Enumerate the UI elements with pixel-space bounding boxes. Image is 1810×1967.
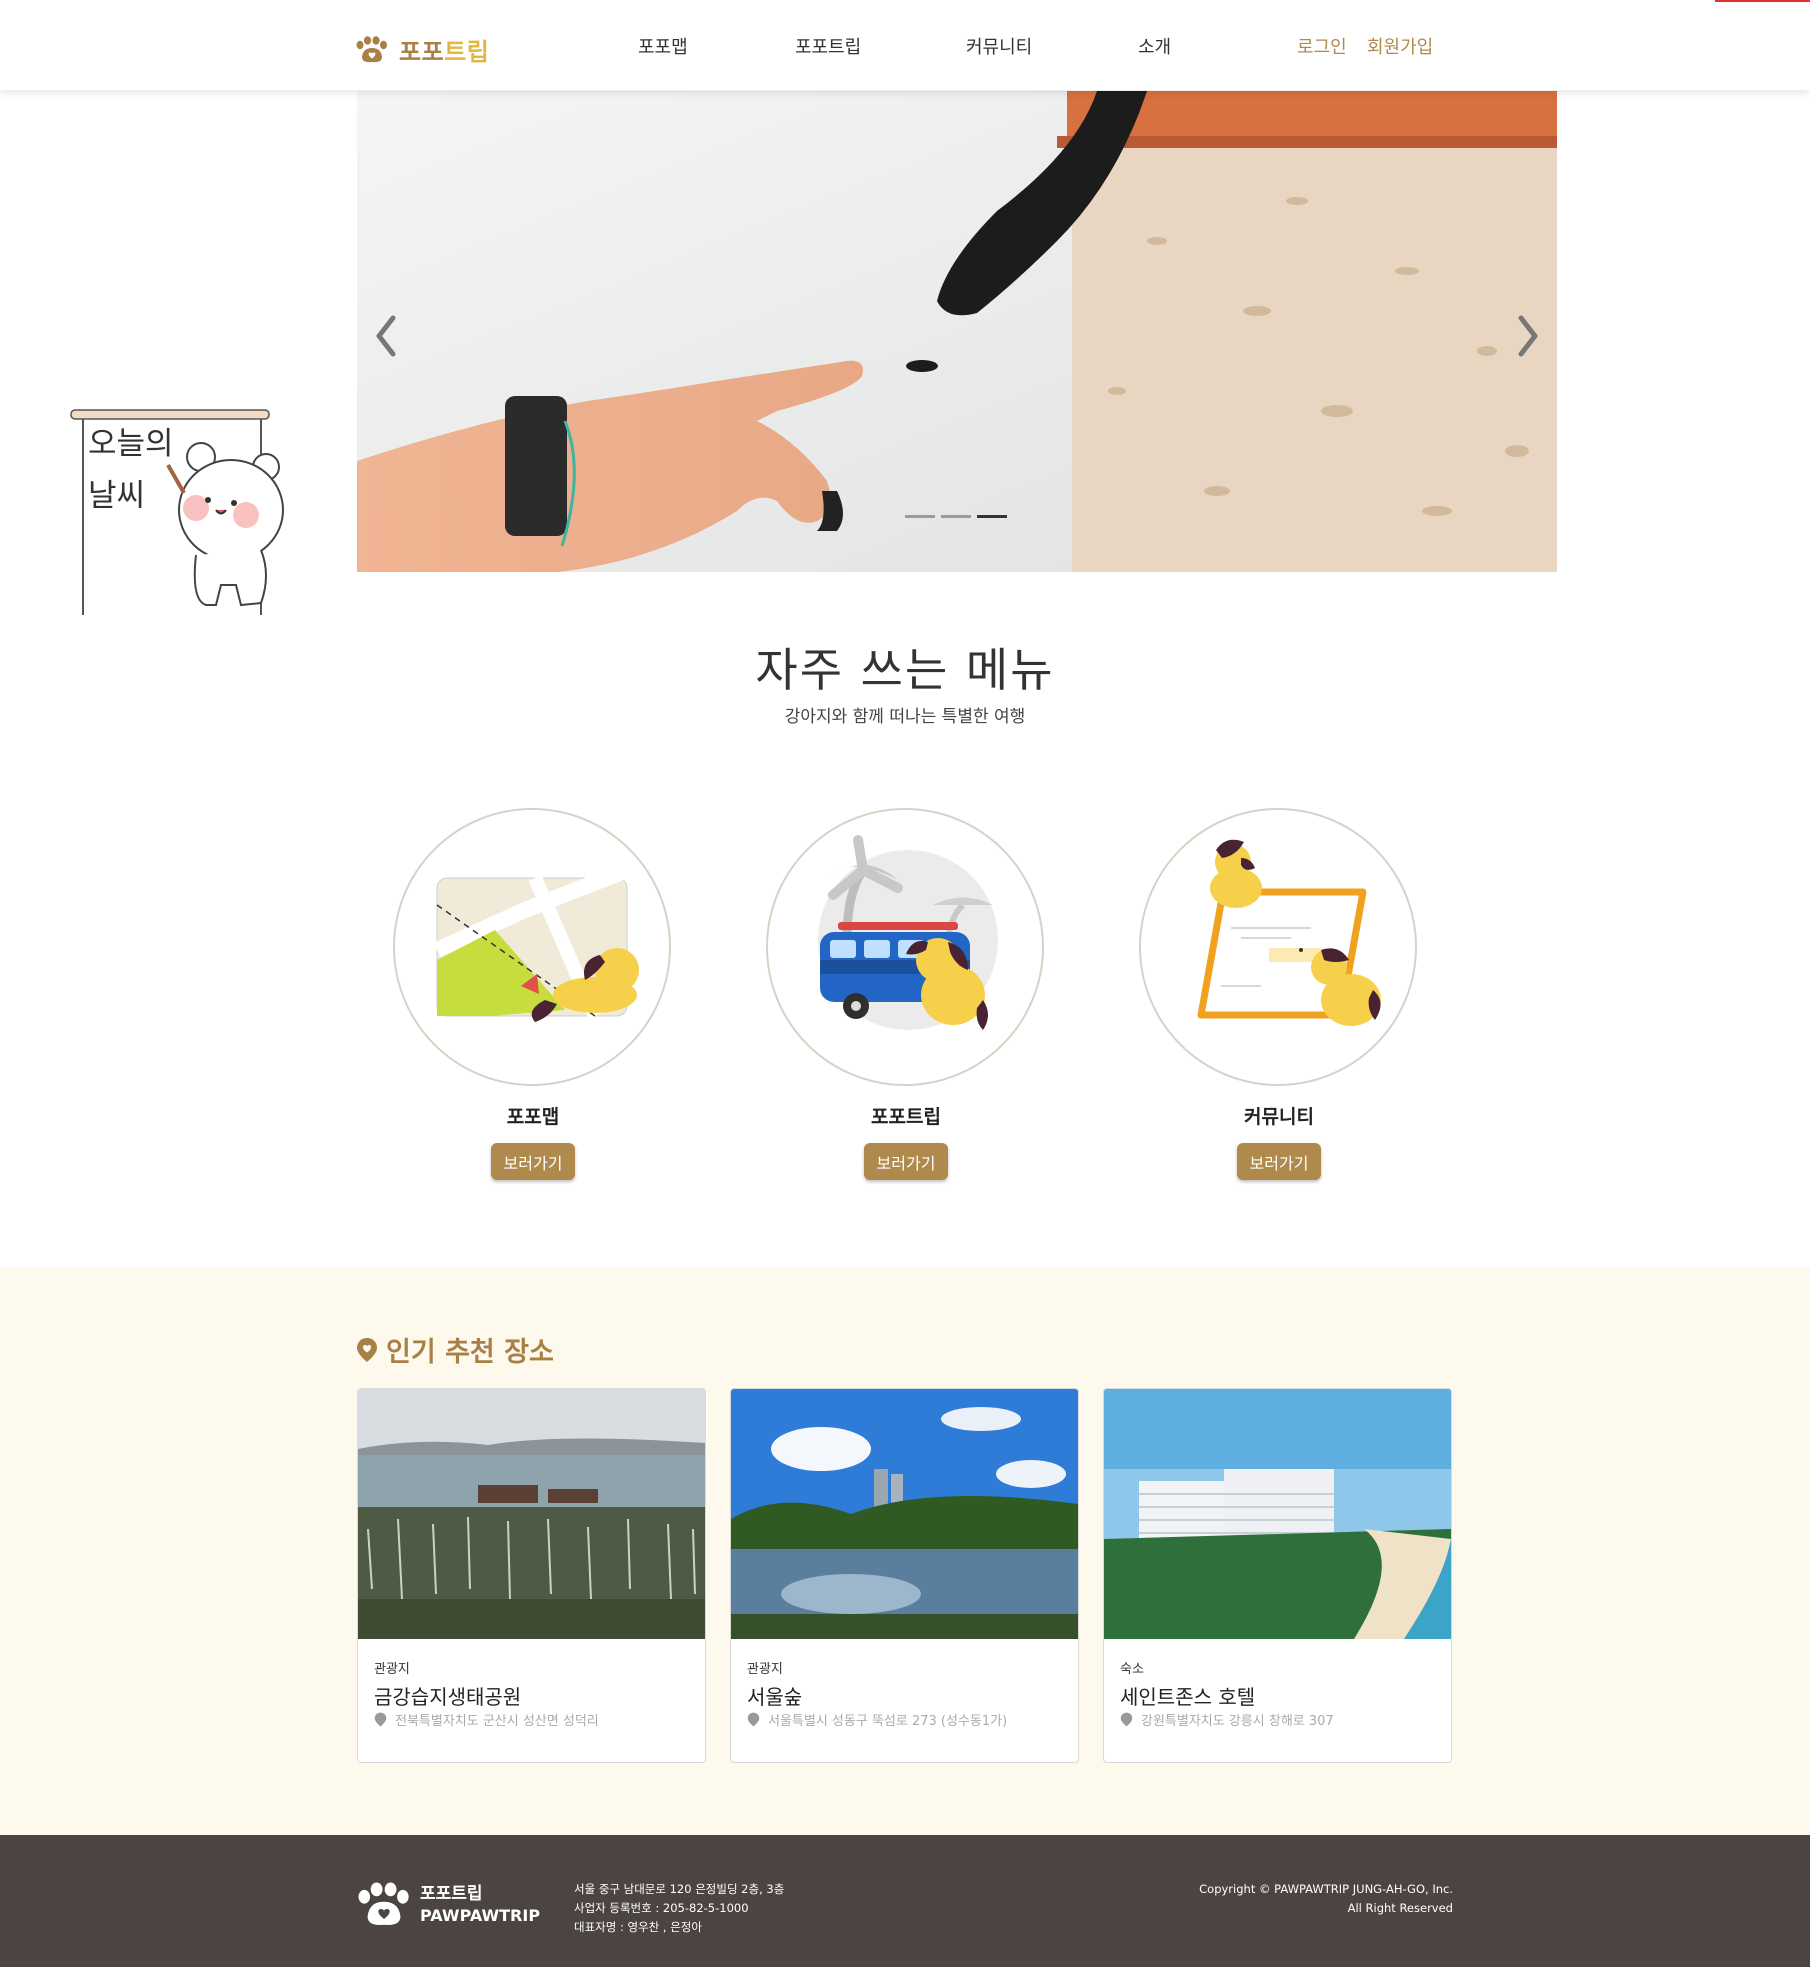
frequent-menu-title: 자주 쓰는 메뉴 [755,643,1055,697]
place-name: 서울숲 [747,1685,803,1709]
prev-arrow-icon[interactable] [365,306,405,366]
menu-card-pawtrip: 포포트립 보러가기 [766,808,1046,1180]
nav-item-pawmap[interactable]: 포포맵 [638,33,688,59]
community-view-button[interactable]: 보러가기 [1237,1143,1321,1180]
footer-logo-kr: 포포트립 [420,1884,483,1904]
paw-icon [356,35,387,62]
nav-item-pawtrip[interactable]: 포포트립 [795,33,861,59]
place-name: 세인트존스 호텔 [1120,1685,1256,1709]
nav-item-community[interactable]: 커뮤니티 [966,33,1032,59]
nav-item-about[interactable]: 소개 [1138,33,1171,59]
paw-icon [358,1882,409,1925]
place-name: 금강습지생태공원 [374,1685,522,1709]
menu-card-community: 커뮤니티 보러가기 [1139,808,1419,1180]
place-photo-seoul-forest [731,1389,1078,1639]
hero-image [357,91,1557,572]
location-pin-icon [357,1337,377,1362]
slider-indicators [905,515,1007,518]
site-logo[interactable]: 포포트립 [355,32,489,67]
pawmap-view-button[interactable]: 보러가기 [491,1143,575,1180]
site-footer: 포포트립 PAWPAWTRIP 서울 중구 남대문로 120 은정빌딩 2층, … [0,1835,1810,1967]
location-pin-icon [747,1712,760,1727]
weather-title-line1: 오늘의 [88,426,174,462]
menu-name-community: 커뮤니티 [1244,1106,1314,1128]
weather-title-line2: 날씨 [88,478,146,514]
footer-address: 서울 중구 남대문로 120 은정빌딩 2층, 3층 [574,1882,785,1896]
pawtrip-illustration[interactable] [766,808,1044,1086]
board-dog-icon [1197,839,1381,1026]
location-pin-icon [374,1712,387,1727]
pawmap-illustration[interactable] [393,808,671,1086]
place-card[interactable]: 숙소 세인트존스 호텔 강원특별자치도 강릉시 창해로 307 [1103,1388,1452,1763]
footer-logo-en: PAWPAWTRIP [420,1906,541,1925]
footer-logo[interactable]: 포포트립 PAWPAWTRIP [356,1882,540,1928]
place-address: 서울특별시 성동구 뚝섬로 273 (성수동1가) [747,1710,1007,1729]
weather-widget[interactable]: 오늘의 날씨 [66,405,286,620]
place-address-text: 전북특별자치도 군산시 성산면 성덕리 [395,1714,599,1729]
footer-company-info: 서울 중구 남대문로 120 은정빌딩 2층, 3층 사업자 등록번호 : 20… [574,1880,784,1937]
place-photo-hotel [1104,1389,1451,1639]
pawtrip-view-button[interactable]: 보러가기 [864,1143,948,1180]
van-dog-icon [818,835,998,1030]
frequent-menu-subtitle: 강아지와 함께 떠나는 특별한 여행 [784,707,1026,727]
place-address-text: 서울특별시 성동구 뚝섬로 273 (성수동1가) [768,1714,1008,1729]
footer-ceo: 대표자명 : 영우찬 , 은정아 [574,1920,702,1934]
footer-wordmark: 포포트립 PAWPAWTRIP [420,1883,540,1927]
menu-card-pawmap: 포포맵 보러가기 [393,808,673,1180]
community-illustration[interactable] [1139,808,1417,1086]
footer-business-number: 사업자 등록번호 : 205-82-5-1000 [574,1901,749,1915]
place-card[interactable]: 관광지 서울숲 서울특별시 성동구 뚝섬로 273 (성수동1가) [730,1388,1079,1763]
place-category: 숙소 [1120,1662,1144,1677]
login-link[interactable]: 로그인 [1297,33,1347,59]
next-arrow-icon[interactable] [1509,306,1549,366]
footer-rights-text: All Right Reserved [1347,1901,1453,1915]
logo-wordmark: 포포트립 [399,38,490,66]
place-photo-wetland [358,1389,705,1639]
place-address-text: 강원특별자치도 강릉시 창해로 307 [1141,1714,1334,1729]
corner-accent-line [1715,0,1810,2]
place-category: 관광지 [747,1662,783,1677]
place-address: 전북특별자치도 군산시 성산면 성덕리 [374,1710,599,1729]
footer-copyright-text: Copyright © PAWPAWTRIP JUNG-AH-GO, Inc. [1199,1882,1453,1896]
hero-slider [357,91,1557,572]
slider-dot[interactable] [941,515,971,518]
popular-places-heading: 인기 추천 장소 [356,1330,554,1369]
menu-name-pawtrip: 포포트립 [871,1106,941,1128]
slider-dot[interactable] [905,515,935,518]
slider-dot-active[interactable] [977,515,1007,518]
footer-copyright: Copyright © PAWPAWTRIP JUNG-AH-GO, Inc. … [1199,1880,1453,1918]
popular-places-title: 인기 추천 장소 [386,1337,554,1368]
place-category: 관광지 [374,1662,410,1677]
place-card[interactable]: 관광지 금강습지생태공원 전북특별자치도 군산시 성산면 성덕리 [357,1388,706,1763]
place-address: 강원특별자치도 강릉시 창해로 307 [1120,1710,1334,1729]
location-pin-icon [1120,1712,1133,1727]
menu-name-pawmap: 포포맵 [506,1106,560,1128]
map-dog-icon [433,862,639,1022]
site-header: 포포트립 포포맵 포포트립 커뮤니티 소개 로그인 회원가입 [0,0,1810,90]
signup-link[interactable]: 회원가입 [1367,33,1433,59]
